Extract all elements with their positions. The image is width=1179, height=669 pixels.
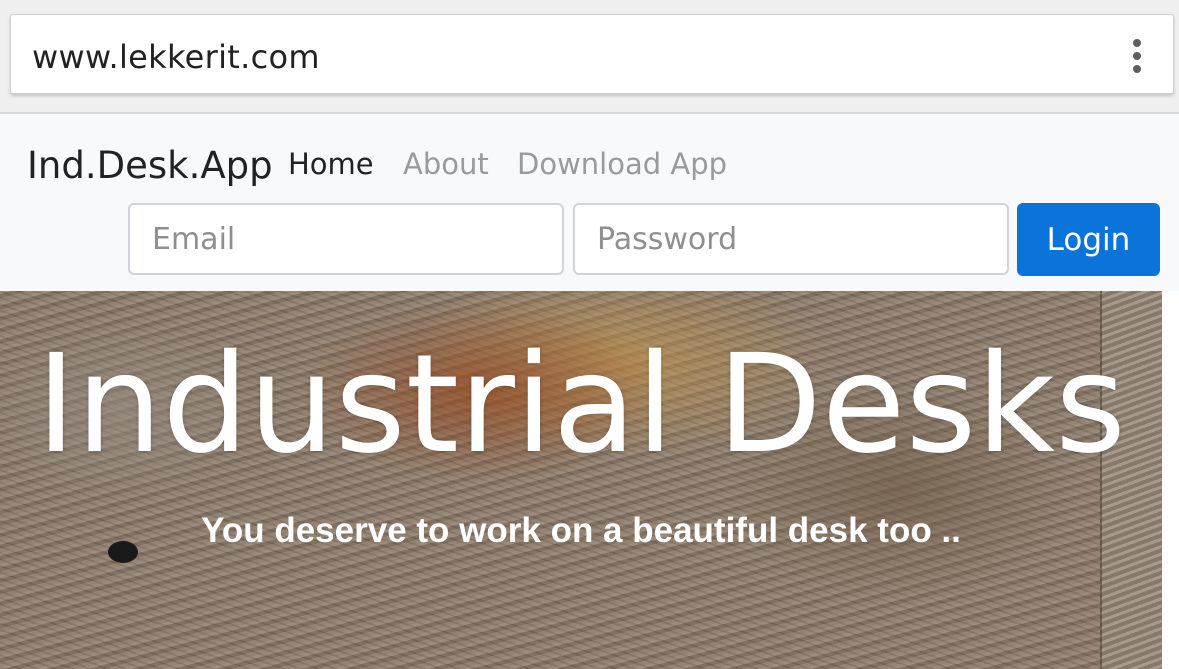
hero-subtitle: You deserve to work on a beautiful desk … (201, 511, 961, 550)
page-edge (1162, 291, 1179, 669)
url-text[interactable]: www.lekkerit.com (32, 38, 320, 76)
email-field[interactable] (128, 203, 564, 275)
password-field[interactable] (573, 203, 1009, 275)
login-button[interactable]: Login (1017, 203, 1160, 276)
nav-link-home[interactable]: Home (288, 147, 374, 181)
nav-link-about[interactable]: About (403, 147, 489, 181)
hero-title: Industrial Desks (36, 326, 1126, 484)
nav-link-download-app[interactable]: Download App (517, 147, 727, 181)
browser-url-bar[interactable]: www.lekkerit.com (10, 14, 1174, 94)
site-navbar: Ind.Desk.App Home About Download App Log… (0, 112, 1179, 291)
kebab-menu-icon[interactable] (1131, 39, 1143, 73)
kebab-dot (1133, 65, 1141, 73)
hero-banner: Industrial Desks You deserve to work on … (0, 291, 1162, 669)
brand-logo-text[interactable]: Ind.Desk.App (27, 144, 273, 187)
kebab-dot (1133, 52, 1141, 60)
kebab-dot (1133, 39, 1141, 47)
